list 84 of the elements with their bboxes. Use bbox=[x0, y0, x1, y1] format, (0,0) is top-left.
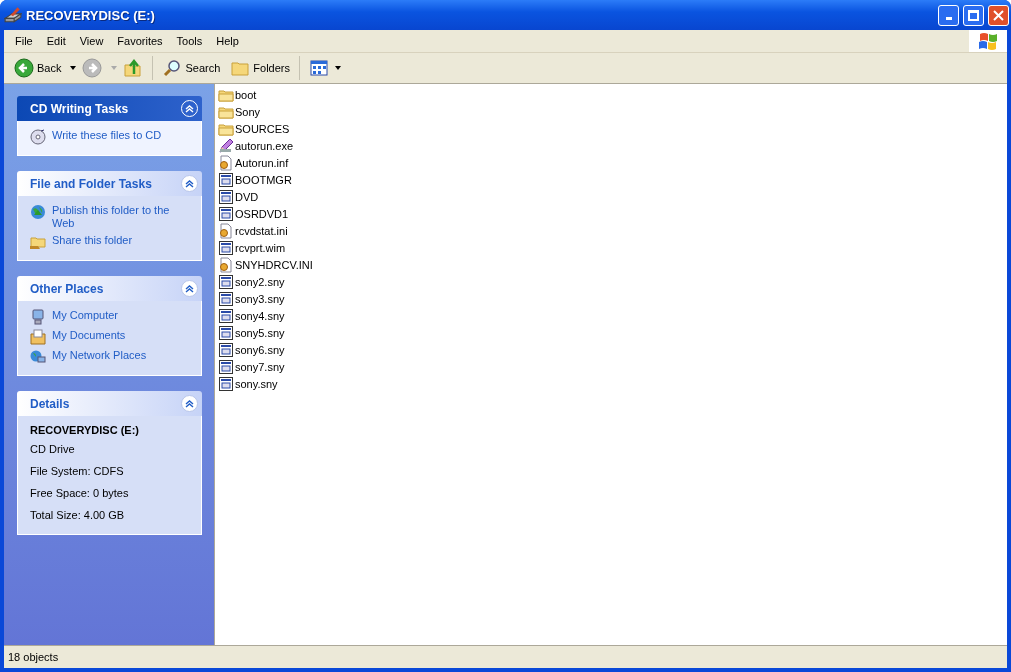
system-file-icon bbox=[218, 307, 234, 324]
settings-file-icon bbox=[218, 256, 234, 273]
search-button[interactable]: Search bbox=[158, 56, 225, 80]
chevron-up-icon bbox=[185, 284, 194, 293]
minimize-icon bbox=[945, 16, 952, 20]
chevron-up-icon bbox=[185, 179, 194, 188]
chevron-up-icon bbox=[185, 104, 194, 113]
filename-label[interactable]: Autorun.inf bbox=[235, 156, 289, 169]
filename-label[interactable]: rcvdstat.ini bbox=[235, 224, 288, 237]
system-file-icon bbox=[218, 375, 234, 392]
system-file-icon bbox=[218, 205, 234, 222]
maximize-icon bbox=[968, 9, 979, 21]
collapse-button[interactable] bbox=[181, 395, 198, 412]
menu-item[interactable]: View bbox=[72, 33, 111, 49]
filename-label[interactable]: Sony bbox=[235, 105, 261, 118]
panel-title: Details bbox=[30, 396, 70, 411]
caret-icon[interactable] bbox=[70, 66, 77, 70]
pencil-icon bbox=[218, 137, 234, 154]
cd-drive-icon bbox=[4, 6, 22, 24]
system-file-icon bbox=[218, 188, 234, 205]
status-text: 18 objects bbox=[8, 651, 59, 663]
menu-item[interactable]: Tools bbox=[169, 33, 210, 49]
filename-label[interactable]: BOOTMGR bbox=[235, 173, 292, 186]
task-link[interactable]: My Network Places bbox=[30, 349, 189, 365]
settings-file-icon bbox=[218, 222, 234, 239]
detail-text: CD Drive bbox=[30, 442, 76, 457]
filename-label[interactable]: sony4.sny bbox=[235, 309, 285, 322]
folders-button[interactable]: Folders bbox=[226, 56, 294, 80]
system-file-icon bbox=[218, 358, 234, 375]
system-file-icon bbox=[218, 171, 234, 188]
flag-logo-icon bbox=[978, 32, 998, 50]
system-file-icon bbox=[218, 341, 234, 358]
computer-icon bbox=[30, 309, 46, 325]
chevron-up-icon bbox=[185, 399, 194, 408]
task-link[interactable]: My Documents bbox=[30, 329, 189, 345]
close-icon bbox=[993, 9, 1004, 21]
shared-folder-icon bbox=[30, 234, 46, 250]
cd-icon bbox=[30, 129, 46, 145]
system-file-icon bbox=[218, 273, 234, 290]
filename-label[interactable]: SNYHDRCV.INI bbox=[235, 258, 313, 271]
filename-label[interactable]: sony6.sny bbox=[235, 343, 285, 356]
menu-item[interactable]: File bbox=[8, 33, 40, 49]
filename-label[interactable]: OSRDVD1 bbox=[235, 207, 289, 220]
documents-folder-icon bbox=[30, 329, 46, 345]
search-icon bbox=[162, 58, 183, 78]
close-button[interactable] bbox=[988, 4, 1009, 26]
globe-icon bbox=[30, 204, 46, 220]
filename-label[interactable]: SOURCES bbox=[235, 122, 290, 135]
system-file-icon bbox=[218, 290, 234, 307]
settings-file-icon bbox=[218, 154, 234, 171]
menu-item[interactable]: Edit bbox=[39, 33, 73, 49]
detail-text: Total Size: 4.00 GB bbox=[30, 508, 126, 523]
menu-item[interactable]: Favorites bbox=[110, 33, 170, 49]
back-button[interactable]: Back bbox=[10, 56, 66, 80]
filename-label[interactable]: sony3.sny bbox=[235, 292, 285, 305]
menu-item[interactable]: Help bbox=[209, 33, 246, 49]
caret-icon bbox=[335, 66, 341, 70]
panel-title: CD Writing Tasks bbox=[30, 101, 129, 116]
network-icon bbox=[30, 349, 46, 365]
panel-title: Other Places bbox=[30, 281, 104, 296]
minimize-button[interactable] bbox=[938, 4, 959, 26]
system-file-icon bbox=[218, 239, 234, 256]
filename-label[interactable]: boot bbox=[235, 88, 257, 101]
folder-up-icon bbox=[123, 58, 144, 78]
collapse-button[interactable] bbox=[181, 280, 198, 297]
detail-text: Free Space: 0 bytes bbox=[30, 486, 130, 501]
filename-label[interactable]: rcvprt.wim bbox=[235, 241, 286, 254]
panel-title: File and Folder Tasks bbox=[30, 176, 152, 191]
window-title: RECOVERYDISC (E:) bbox=[26, 7, 156, 23]
task-link[interactable]: Publish this folder to the Web bbox=[30, 204, 189, 230]
maximize-button[interactable] bbox=[963, 4, 984, 26]
filename-label[interactable]: DVD bbox=[235, 190, 259, 203]
filename-label[interactable]: autorun.exe bbox=[235, 139, 294, 152]
filename-label[interactable]: sony2.sny bbox=[235, 275, 285, 288]
filename-label[interactable]: sony.sny bbox=[235, 377, 278, 390]
system-file-icon bbox=[218, 324, 234, 341]
detail-text: File System: CDFS bbox=[30, 464, 125, 479]
filename-label[interactable]: sony5.sny bbox=[235, 326, 285, 339]
task-link[interactable]: My Computer bbox=[30, 309, 189, 325]
collapse-button[interactable] bbox=[181, 175, 198, 192]
filename-label[interactable]: sony7.sny bbox=[235, 360, 285, 373]
task-link[interactable]: Share this folder bbox=[30, 234, 189, 250]
view-grid-icon bbox=[309, 58, 329, 78]
drive-name: RECOVERYDISC (E:) bbox=[30, 424, 140, 436]
